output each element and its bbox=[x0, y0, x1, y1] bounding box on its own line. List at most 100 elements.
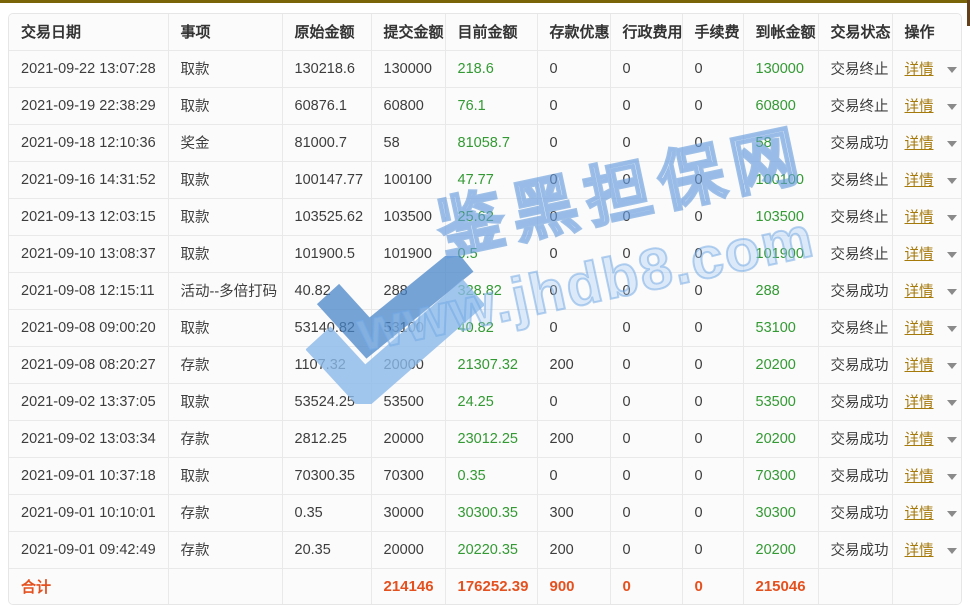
cell-deposit-bonus: 0 bbox=[537, 50, 610, 87]
cell-received-amount: 53100 bbox=[743, 309, 818, 346]
cell-current-amount: 20220.35 bbox=[445, 531, 537, 568]
detail-link[interactable]: 详情 bbox=[905, 173, 934, 189]
detail-link[interactable]: 详情 bbox=[905, 432, 934, 448]
caret-down-icon[interactable] bbox=[947, 437, 957, 443]
cell-transaction-date: 2021-09-16 14:31:52 bbox=[9, 161, 168, 198]
cell-received-amount: 20200 bbox=[743, 420, 818, 457]
cell-current-amount: 81058.7 bbox=[445, 124, 537, 161]
cell-admin-fee: 0 bbox=[610, 235, 682, 272]
transaction-history-table: 交易日期事项原始金额提交金额目前金额存款优惠行政费用手续费到帐金额交易状态操作 … bbox=[8, 13, 962, 605]
cell-current-amount: 25.62 bbox=[445, 198, 537, 235]
caret-down-icon[interactable] bbox=[947, 474, 957, 480]
cell-transaction-date: 2021-09-19 22:38:29 bbox=[9, 87, 168, 124]
caret-down-icon[interactable] bbox=[947, 104, 957, 110]
cell-handling-fee: 0 bbox=[682, 383, 743, 420]
cell-handling-fee: 0 bbox=[682, 309, 743, 346]
cell-transaction-date: 2021-09-01 09:42:49 bbox=[9, 531, 168, 568]
cell-original-amount: 60876.1 bbox=[282, 87, 371, 124]
column-header-date: 交易日期 bbox=[9, 14, 168, 50]
cell-admin-fee: 0 bbox=[610, 457, 682, 494]
cell-original-amount: 103525.62 bbox=[282, 198, 371, 235]
cell-handling-fee: 0 bbox=[682, 346, 743, 383]
cell-item: 取款 bbox=[168, 235, 282, 272]
detail-link[interactable]: 详情 bbox=[905, 395, 934, 411]
table-row: 2021-09-08 08:20:27 存款 1107.32 20000 213… bbox=[9, 346, 962, 383]
detail-link[interactable]: 详情 bbox=[905, 62, 934, 78]
cell-submitted-amount: 20000 bbox=[371, 346, 445, 383]
column-header-current: 目前金额 bbox=[445, 14, 537, 50]
cell-action: 详情 bbox=[892, 383, 962, 420]
cell-transaction-date: 2021-09-08 12:15:11 bbox=[9, 272, 168, 309]
cell-received-amount: 53500 bbox=[743, 383, 818, 420]
cell-submitted-amount: 70300 bbox=[371, 457, 445, 494]
cell-current-amount: 218.6 bbox=[445, 50, 537, 87]
cell-current-amount: 328.82 bbox=[445, 272, 537, 309]
cell-transaction-date: 2021-09-01 10:37:18 bbox=[9, 457, 168, 494]
caret-down-icon[interactable] bbox=[947, 252, 957, 258]
column-header-bonus: 存款优惠 bbox=[537, 14, 610, 50]
cell-action: 详情 bbox=[892, 494, 962, 531]
cell-item: 存款 bbox=[168, 531, 282, 568]
caret-down-icon[interactable] bbox=[947, 215, 957, 221]
table-row: 2021-09-08 09:00:20 取款 53140.82 53100 40… bbox=[9, 309, 962, 346]
cell-deposit-bonus: 0 bbox=[537, 87, 610, 124]
cell-action: 详情 bbox=[892, 531, 962, 568]
cell-transaction-date: 2021-09-02 13:03:34 bbox=[9, 420, 168, 457]
cell-submitted-amount: 101900 bbox=[371, 235, 445, 272]
cell-admin-fee: 0 bbox=[610, 346, 682, 383]
cell-handling-fee: 0 bbox=[682, 457, 743, 494]
cell-current-amount: 47.77 bbox=[445, 161, 537, 198]
detail-link[interactable]: 详情 bbox=[905, 247, 934, 263]
cell-original-amount: 130218.6 bbox=[282, 50, 371, 87]
cell-item: 奖金 bbox=[168, 124, 282, 161]
cell-action: 详情 bbox=[892, 87, 962, 124]
caret-down-icon[interactable] bbox=[947, 400, 957, 406]
cell-original-amount: 53524.25 bbox=[282, 383, 371, 420]
table-row: 2021-09-18 12:10:36 奖金 81000.7 58 81058.… bbox=[9, 124, 962, 161]
cell-deposit-bonus: 0 bbox=[537, 161, 610, 198]
cell-transaction-status: 交易终止 bbox=[818, 198, 892, 235]
cell-received-amount: 20200 bbox=[743, 531, 818, 568]
cell-submitted-amount: 100100 bbox=[371, 161, 445, 198]
cell-received-amount: 288 bbox=[743, 272, 818, 309]
detail-link[interactable]: 详情 bbox=[905, 543, 934, 559]
cell-handling-fee: 0 bbox=[682, 161, 743, 198]
caret-down-icon[interactable] bbox=[947, 178, 957, 184]
caret-down-icon[interactable] bbox=[947, 67, 957, 73]
cell-submitted-amount: 20000 bbox=[371, 531, 445, 568]
detail-link[interactable]: 详情 bbox=[905, 358, 934, 374]
caret-down-icon[interactable] bbox=[947, 326, 957, 332]
caret-down-icon[interactable] bbox=[947, 511, 957, 517]
cell-transaction-date: 2021-09-01 10:10:01 bbox=[9, 494, 168, 531]
table-header-row: 交易日期事项原始金额提交金额目前金额存款优惠行政费用手续费到帐金额交易状态操作 bbox=[9, 14, 962, 50]
detail-link[interactable]: 详情 bbox=[905, 321, 934, 337]
cell-deposit-bonus: 200 bbox=[537, 346, 610, 383]
caret-down-icon[interactable] bbox=[947, 141, 957, 147]
detail-link[interactable]: 详情 bbox=[905, 469, 934, 485]
cell-action: 详情 bbox=[892, 272, 962, 309]
cell-original-amount: 20.35 bbox=[282, 531, 371, 568]
cell-current-amount: 76.1 bbox=[445, 87, 537, 124]
detail-link[interactable]: 详情 bbox=[905, 506, 934, 522]
cell-transaction-status: 交易终止 bbox=[818, 309, 892, 346]
table-row: 2021-09-13 12:03:15 取款 103525.62 103500 … bbox=[9, 198, 962, 235]
total-submitted-amount: 214146 bbox=[371, 568, 445, 604]
column-header-submitted: 提交金额 bbox=[371, 14, 445, 50]
caret-down-icon[interactable] bbox=[947, 363, 957, 369]
cell-admin-fee: 0 bbox=[610, 531, 682, 568]
column-header-original: 原始金额 bbox=[282, 14, 371, 50]
cell-submitted-amount: 53500 bbox=[371, 383, 445, 420]
detail-link[interactable]: 详情 bbox=[905, 136, 934, 152]
cell-item: 取款 bbox=[168, 457, 282, 494]
detail-link[interactable]: 详情 bbox=[905, 284, 934, 300]
top-accent-bar bbox=[0, 0, 970, 3]
table-row: 2021-09-10 13:08:37 取款 101900.5 101900 0… bbox=[9, 235, 962, 272]
total-deposit-bonus: 900 bbox=[537, 568, 610, 604]
detail-link[interactable]: 详情 bbox=[905, 210, 934, 226]
cell-admin-fee: 0 bbox=[610, 272, 682, 309]
total-status bbox=[818, 568, 892, 604]
detail-link[interactable]: 详情 bbox=[905, 99, 934, 115]
caret-down-icon[interactable] bbox=[947, 289, 957, 295]
cell-admin-fee: 0 bbox=[610, 161, 682, 198]
caret-down-icon[interactable] bbox=[947, 548, 957, 554]
